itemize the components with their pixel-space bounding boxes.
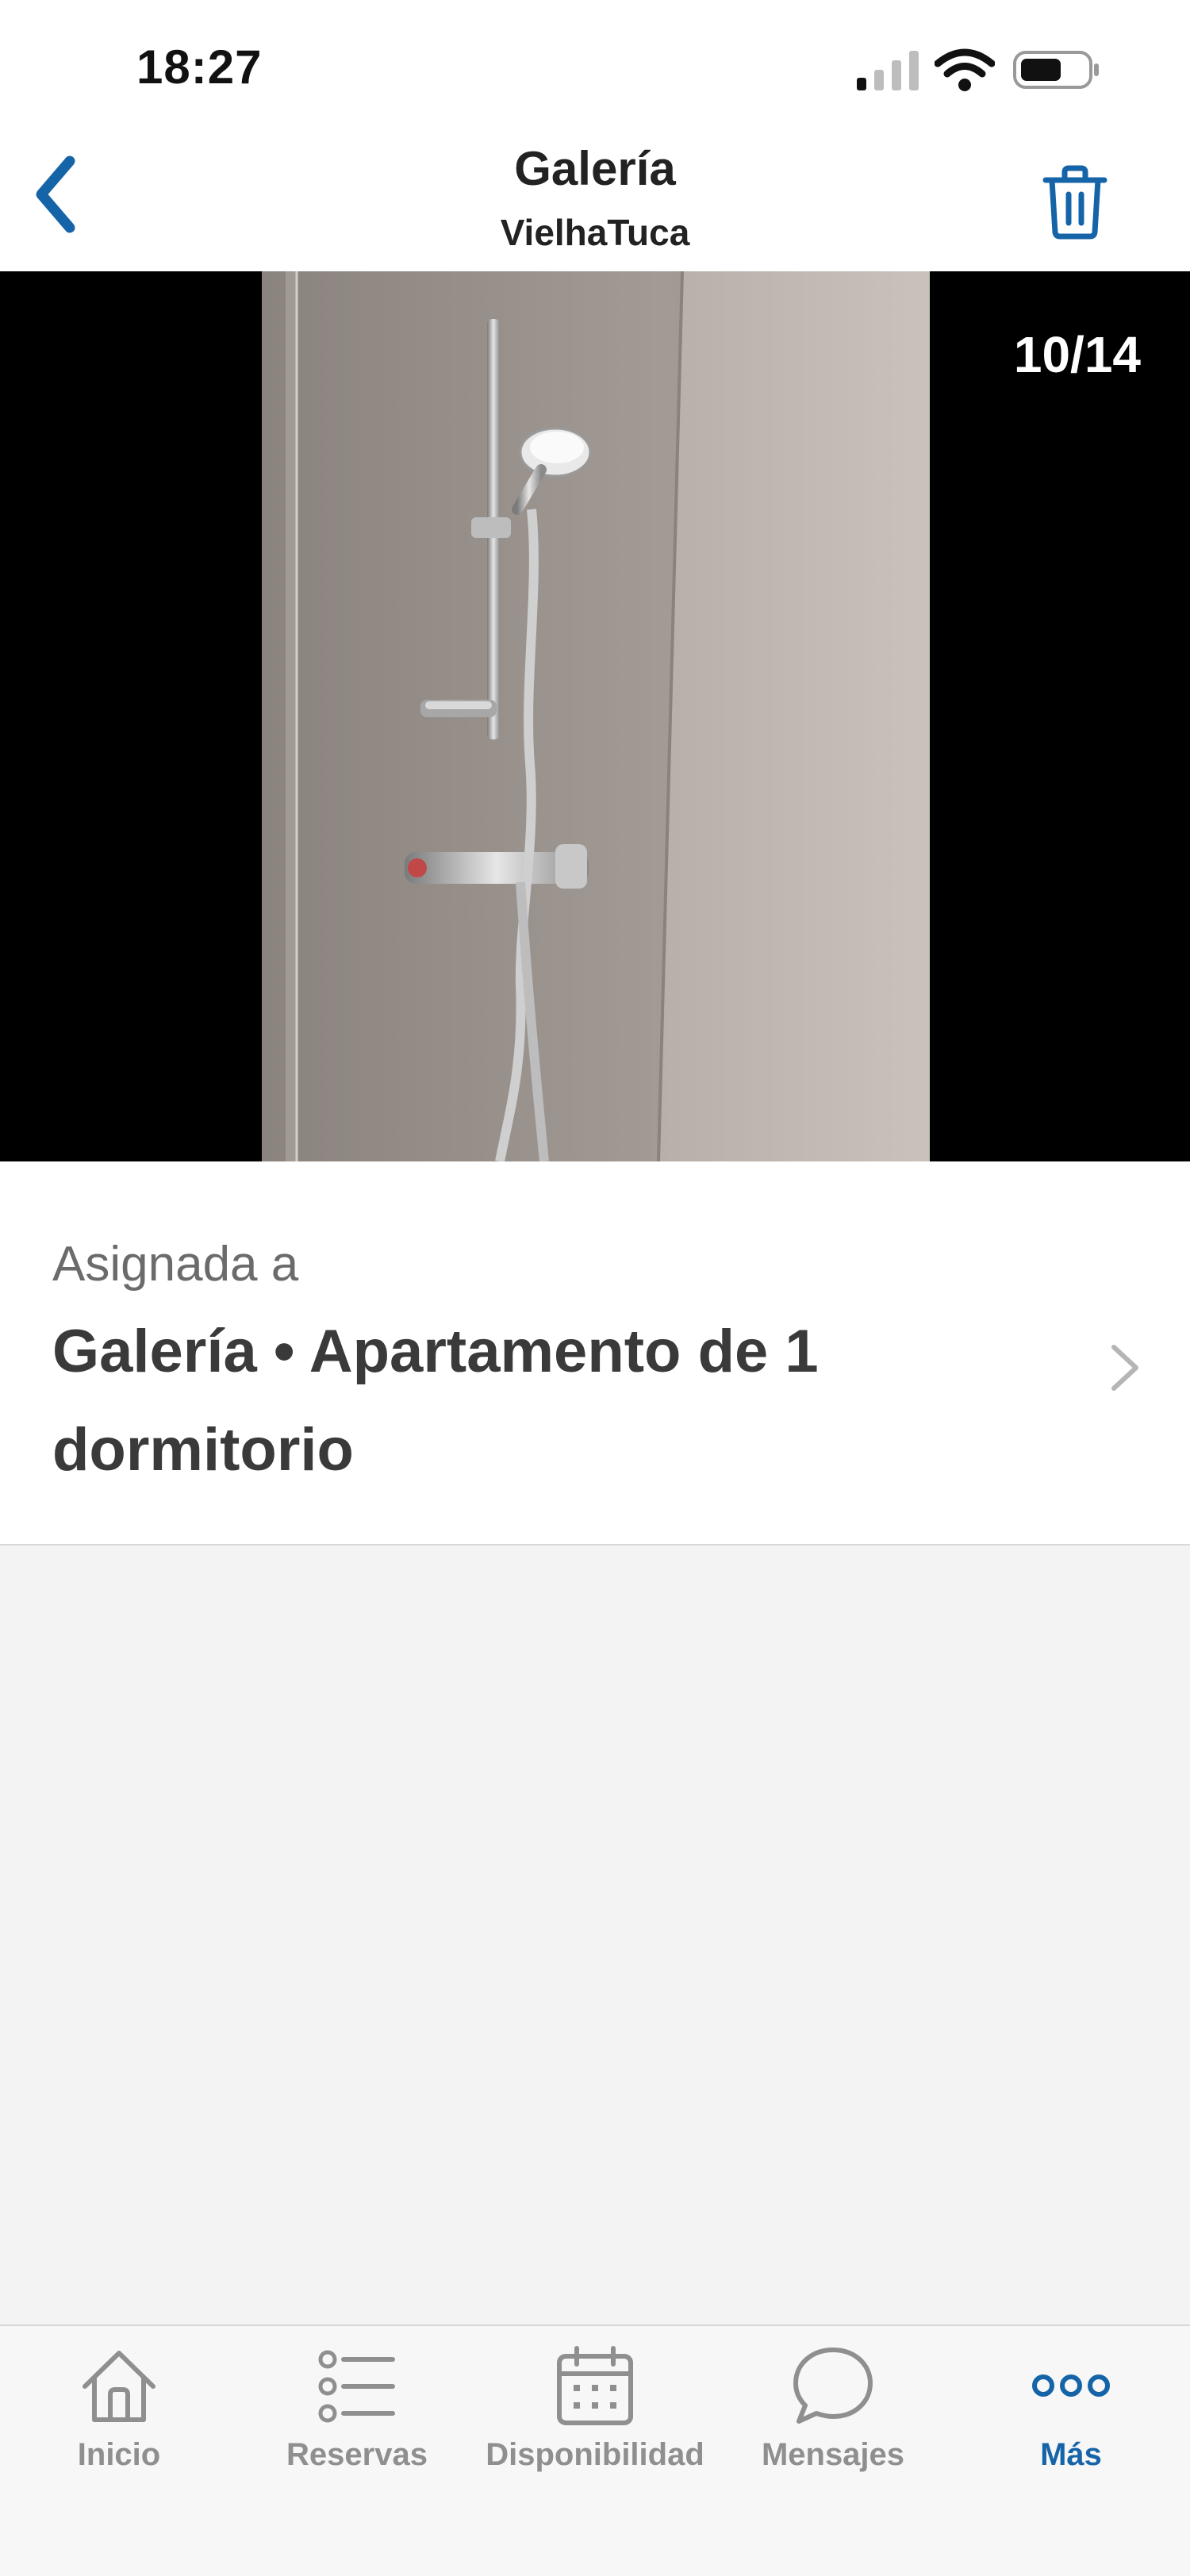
gallery-photo[interactable] <box>262 271 930 1161</box>
tab-mas-label: Más <box>1040 2437 1102 2472</box>
calendar-icon <box>557 2346 633 2425</box>
tab-mensajes[interactable]: Mensajes <box>714 2342 952 2516</box>
delete-button[interactable] <box>1031 159 1119 246</box>
page-subtitle: VielhaTuca <box>500 212 690 253</box>
photo-gallery[interactable]: 10/14 <box>0 271 1190 1161</box>
wifi-icon <box>935 48 995 91</box>
tab-bar: Inicio Reservas Disponibilidad Mensajes <box>0 2325 1190 2576</box>
photo-counter: 10/14 <box>1013 326 1141 383</box>
tab-disponibilidad-label: Disponibilidad <box>486 2437 704 2472</box>
tab-reservas[interactable]: Reservas <box>238 2342 476 2516</box>
page-title: Galería <box>514 142 676 195</box>
tab-reservas-label: Reservas <box>286 2437 428 2472</box>
trash-icon <box>1042 165 1107 240</box>
tab-mensajes-label: Mensajes <box>761 2437 905 2472</box>
tab-mas[interactable]: Más <box>952 2342 1190 2516</box>
tab-disponibilidad[interactable]: Disponibilidad <box>476 2342 714 2516</box>
chat-bubble-icon <box>793 2348 873 2424</box>
battery-icon <box>1013 51 1099 89</box>
status-time: 18:27 <box>136 40 263 94</box>
assigned-row[interactable]: Asignada a Galería • Apartamento de 1 do… <box>0 1161 1190 1545</box>
nav-header: Galería VielhaTuca <box>0 135 1190 271</box>
list-icon <box>318 2350 395 2423</box>
tab-inicio[interactable]: Inicio <box>0 2342 238 2516</box>
assigned-label: Asignada a <box>52 1237 299 1292</box>
status-bar: 18:27 <box>0 0 1190 135</box>
cellular-signal-icon <box>857 51 919 90</box>
chevron-right-icon <box>1111 1345 1138 1391</box>
tab-inicio-label: Inicio <box>77 2437 161 2472</box>
assigned-value: Galería • Apartamento de 1 dormitorio <box>52 1318 819 1484</box>
more-dots-icon <box>1032 2374 1110 2397</box>
home-icon <box>83 2351 155 2422</box>
